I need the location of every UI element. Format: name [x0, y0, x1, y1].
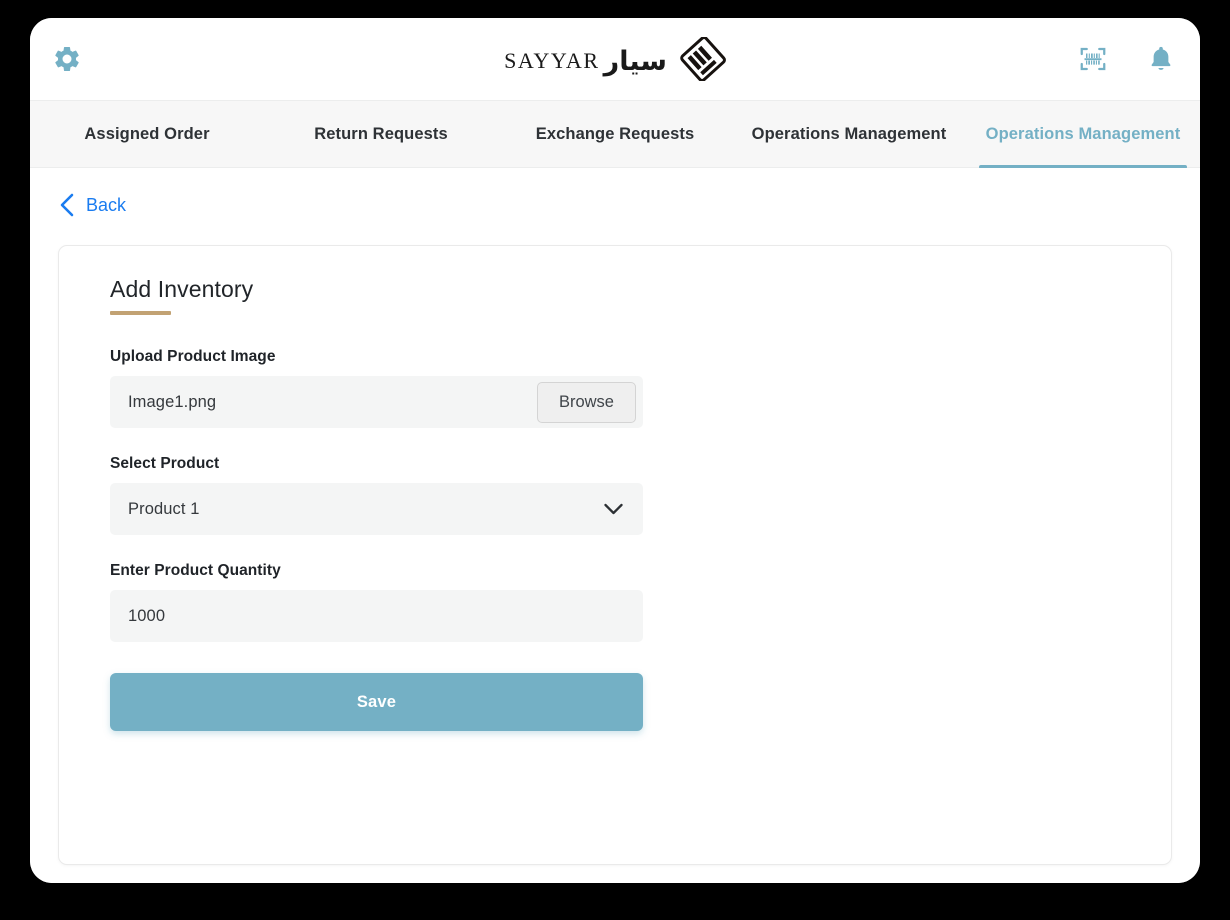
notification-bell-icon-svg [1151, 46, 1171, 70]
chevron-left-icon [60, 193, 74, 217]
brand-logo: SAYYAR سيار [504, 37, 726, 81]
tab-bar: Assigned Order Return Requests Exchange … [30, 100, 1200, 169]
card-title-wrap: Add Inventory [59, 246, 1171, 315]
brand-wordmark: SAYYAR سيار [504, 44, 667, 77]
chevron-down-icon[interactable] [603, 502, 624, 516]
tab-return-requests[interactable]: Return Requests [264, 101, 498, 167]
brand-latin-name: SAYYAR [504, 47, 600, 73]
add-inventory-card: Add Inventory Upload Product Image Image… [58, 245, 1172, 865]
brand-arabic-name: سيار [603, 45, 667, 77]
tab-label: Exchange Requests [535, 124, 695, 143]
file-input-shell[interactable]: Image1.png Browse [110, 376, 643, 428]
notification-bell-icon[interactable] [1144, 42, 1178, 76]
save-button[interactable]: Save [110, 673, 643, 731]
top-right-actions [1076, 42, 1178, 76]
quantity-input-shell[interactable]: 1000 [110, 590, 643, 642]
add-inventory-form: Upload Product Image Image1.png Browse S… [59, 315, 1171, 731]
back-button[interactable]: Back [58, 192, 126, 218]
browse-button[interactable]: Browse [536, 381, 636, 423]
chevron-down-icon-svg [604, 503, 623, 515]
barcode-scanner-icon[interactable] [1076, 42, 1110, 76]
app-window: SAYYAR سيار Assigned Order Return Reques… [30, 18, 1200, 883]
tab-exchange-requests[interactable]: Exchange Requests [498, 101, 732, 167]
top-bar: SAYYAR سيار [30, 18, 1200, 100]
back-label: Back [86, 194, 127, 215]
select-product-field: Select Product Product 1 [110, 455, 643, 535]
gear-icon[interactable] [50, 42, 84, 76]
tab-operations-management[interactable]: Operations Management [732, 101, 966, 167]
device-bezel: SAYYAR سيار Assigned Order Return Reques… [0, 0, 1230, 920]
browse-button-label: Browse [558, 392, 614, 411]
tab-label: Operations Management [751, 124, 947, 143]
page-title: Add Inventory [110, 276, 254, 302]
quantity-value: 1000 [128, 606, 166, 625]
upload-product-image-label: Upload Product Image [110, 348, 276, 365]
gear-icon-svg [55, 46, 79, 71]
product-quantity-label: Enter Product Quantity [110, 562, 281, 579]
product-quantity-field: Enter Product Quantity 1000 [110, 562, 643, 642]
tab-operations-management-active[interactable]: Operations Management [966, 101, 1200, 169]
content-area: Back Add Inventory Upload Product Image … [30, 168, 1200, 883]
tab-label: Operations Management [985, 124, 1181, 143]
product-selected-value: Product 1 [128, 499, 200, 518]
barcode-scanner-icon-svg [1080, 47, 1106, 71]
tab-label: Assigned Order [84, 124, 210, 143]
file-name-value: Image1.png [128, 392, 217, 411]
tab-assigned-order[interactable]: Assigned Order [30, 101, 264, 167]
sayyar-diamond-logo-icon [680, 37, 726, 81]
product-select[interactable]: Product 1 [110, 483, 643, 535]
select-product-label: Select Product [110, 455, 220, 472]
tab-label: Return Requests [314, 124, 448, 143]
upload-product-image-field: Upload Product Image Image1.png Browse [110, 348, 643, 428]
